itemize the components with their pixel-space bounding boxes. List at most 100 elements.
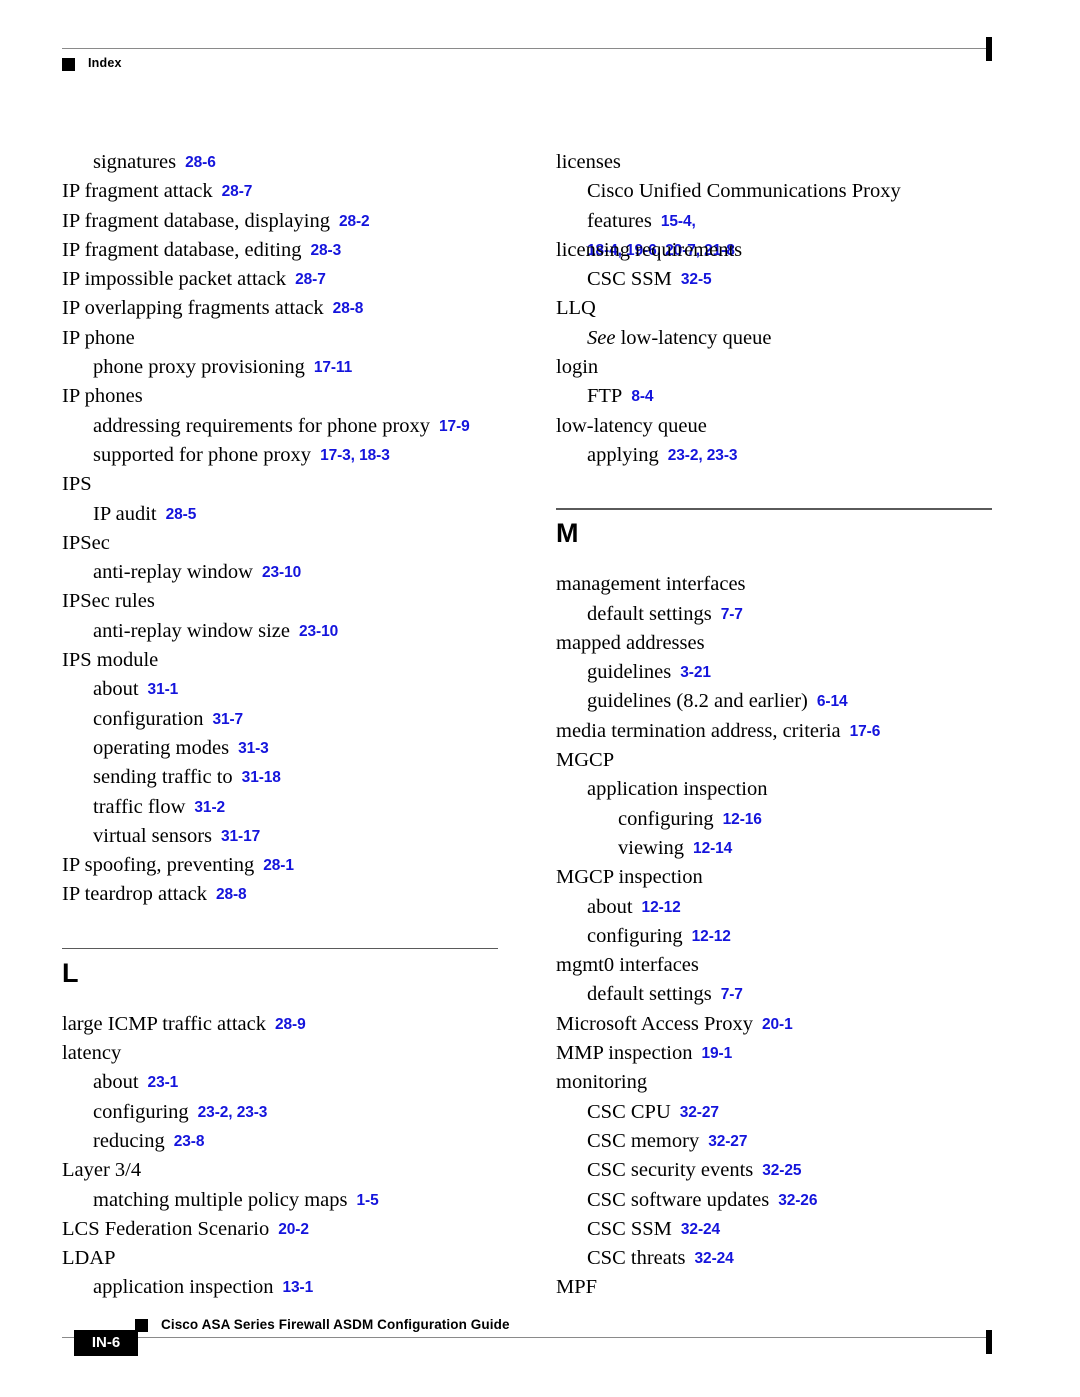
- index-entry-term: application inspection: [587, 778, 768, 801]
- page-reference[interactable]: 23-10: [299, 623, 338, 640]
- page-reference[interactable]: 28-3: [310, 242, 341, 259]
- index-entry: CSC CPU 32-27: [556, 1098, 992, 1127]
- page-reference[interactable]: 31-7: [212, 711, 243, 728]
- index-entry: IP overlapping fragments attack 28-8: [62, 294, 498, 323]
- page-reference[interactable]: 12-14: [693, 840, 732, 857]
- header-endcap-mark: [986, 37, 992, 61]
- index-entry: CSC software updates 32-26: [556, 1186, 992, 1215]
- index-entry: signatures 28-6: [62, 148, 498, 177]
- index-entry: IP fragment database, displaying 28-2: [62, 207, 498, 236]
- page-reference[interactable]: 17-9: [439, 418, 470, 435]
- page-reference[interactable]: 28-8: [216, 886, 247, 903]
- page-reference[interactable]: 28-7: [222, 183, 253, 200]
- page-reference[interactable]: 32-24: [695, 1250, 734, 1267]
- index-entry-term: anti-replay window size: [93, 619, 290, 642]
- index-entry-term: IP phones: [62, 385, 143, 408]
- index-entry-term: IPS module: [62, 649, 159, 672]
- index-entry-term: MPF: [556, 1276, 598, 1299]
- page-reference[interactable]: 12-12: [692, 928, 731, 945]
- index-entry-term: viewing: [618, 836, 685, 859]
- page-reference[interactable]: 23-10: [262, 564, 301, 581]
- page-reference[interactable]: 12-16: [723, 811, 762, 828]
- page-reference[interactable]: 28-8: [333, 300, 364, 317]
- page-reference[interactable]: 31-3: [238, 740, 269, 757]
- index-entry-term: application inspection: [93, 1276, 274, 1299]
- index-entry-term: IP spoofing, preventing: [62, 854, 255, 877]
- index-entry-term: CSC memory: [587, 1129, 700, 1152]
- page-reference[interactable]: 20-1: [762, 1016, 793, 1033]
- see-prefix: See: [587, 326, 616, 349]
- page-reference[interactable]: 31-2: [194, 799, 225, 816]
- index-entry-term: matching multiple policy maps: [93, 1188, 348, 1211]
- index-entry: CSC SSM 32-24: [556, 1215, 992, 1244]
- page-reference[interactable]: 15-4,: [661, 213, 696, 230]
- page-reference[interactable]: 3-21: [680, 664, 711, 681]
- index-entry: configuring 12-16: [556, 805, 992, 834]
- index-entry-term: LDAP: [62, 1247, 116, 1270]
- page-reference[interactable]: 12-12: [642, 899, 681, 916]
- page-reference[interactable]: 7-7: [721, 606, 743, 623]
- page-reference[interactable]: 31-1: [148, 681, 179, 698]
- index-entry-term: IPSec: [62, 531, 110, 554]
- page-reference[interactable]: 6-14: [817, 693, 848, 710]
- index-entry-term: IP fragment database, displaying: [62, 209, 330, 232]
- index-entry-term: reducing: [93, 1129, 165, 1152]
- index-entry-term: low-latency queue: [556, 414, 707, 437]
- page-reference[interactable]: 23-2, 23-3: [198, 1104, 268, 1121]
- index-entry-term: licenses: [556, 151, 621, 173]
- index-entry: application inspection 13-1: [62, 1273, 498, 1302]
- page-reference[interactable]: 28-9: [275, 1016, 306, 1033]
- page-reference[interactable]: 13-1: [282, 1279, 313, 1296]
- page-reference[interactable]: 7-7: [721, 986, 743, 1003]
- page-reference[interactable]: 32-26: [778, 1192, 817, 1209]
- letter-section-break: L: [62, 910, 498, 1010]
- page-reference[interactable]: 28-1: [263, 857, 294, 874]
- index-entry: IP phones: [62, 382, 498, 411]
- page-reference[interactable]: 19-1: [701, 1045, 732, 1062]
- page-reference[interactable]: 17-3, 18-3: [320, 447, 390, 464]
- page-reference[interactable]: 32-27: [708, 1133, 747, 1150]
- index-entry: LLQ: [556, 294, 992, 323]
- page-reference[interactable]: 23-1: [148, 1074, 179, 1091]
- page-reference[interactable]: 32-5: [681, 271, 712, 288]
- page-reference[interactable]: 32-27: [680, 1104, 719, 1121]
- page-reference[interactable]: 23-2, 23-3: [668, 447, 738, 464]
- page-reference[interactable]: 17-6: [850, 723, 881, 740]
- index-entry: MGCP: [556, 746, 992, 775]
- index-entry: LDAP: [62, 1244, 498, 1273]
- page-reference[interactable]: 28-5: [166, 506, 197, 523]
- index-entry: management interfaces: [556, 570, 992, 599]
- page-reference[interactable]: 31-17: [221, 828, 260, 845]
- index-entry: IPS: [62, 470, 498, 499]
- index-entry-term: about: [93, 1071, 139, 1094]
- index-entry: licensing requirements: [556, 236, 992, 265]
- index-entry: configuring 23-2, 23-3: [62, 1098, 498, 1127]
- index-entry: default settings 7-7: [556, 980, 992, 1009]
- index-entry: login: [556, 353, 992, 382]
- page-reference[interactable]: 17-11: [314, 359, 352, 376]
- square-bullet-icon: [62, 58, 75, 71]
- page-reference[interactable]: 8-4: [631, 388, 653, 405]
- page-reference[interactable]: 32-24: [681, 1221, 720, 1238]
- index-entry: traffic flow 31-2: [62, 793, 498, 822]
- page-reference[interactable]: 23-8: [174, 1133, 205, 1150]
- index-entry: about 23-1: [62, 1068, 498, 1097]
- index-entry-term: sending traffic to: [93, 766, 233, 789]
- page-reference[interactable]: 28-6: [185, 154, 216, 171]
- page-reference[interactable]: 20-2: [278, 1221, 309, 1238]
- index-entry-term: Layer 3/4: [62, 1159, 142, 1182]
- page-reference[interactable]: 1-5: [357, 1192, 379, 1209]
- index-entry-term: default settings: [587, 602, 712, 625]
- index-entry-term: configuring: [587, 924, 683, 947]
- index-entry: anti-replay window size 23-10: [62, 617, 498, 646]
- index-entry-term: CSC SSM: [587, 1217, 672, 1240]
- page-reference[interactable]: 32-25: [762, 1162, 801, 1179]
- index-entry: CSC memory 32-27: [556, 1127, 992, 1156]
- page-reference[interactable]: 28-2: [339, 213, 370, 230]
- index-entry-term: supported for phone proxy: [93, 443, 312, 466]
- index-entry: licenses: [556, 148, 992, 177]
- page-footer: [0, 1300, 1080, 1397]
- page-reference[interactable]: 28-7: [295, 271, 326, 288]
- page-reference[interactable]: 31-18: [242, 769, 281, 786]
- index-entry: viewing 12-14: [556, 834, 992, 863]
